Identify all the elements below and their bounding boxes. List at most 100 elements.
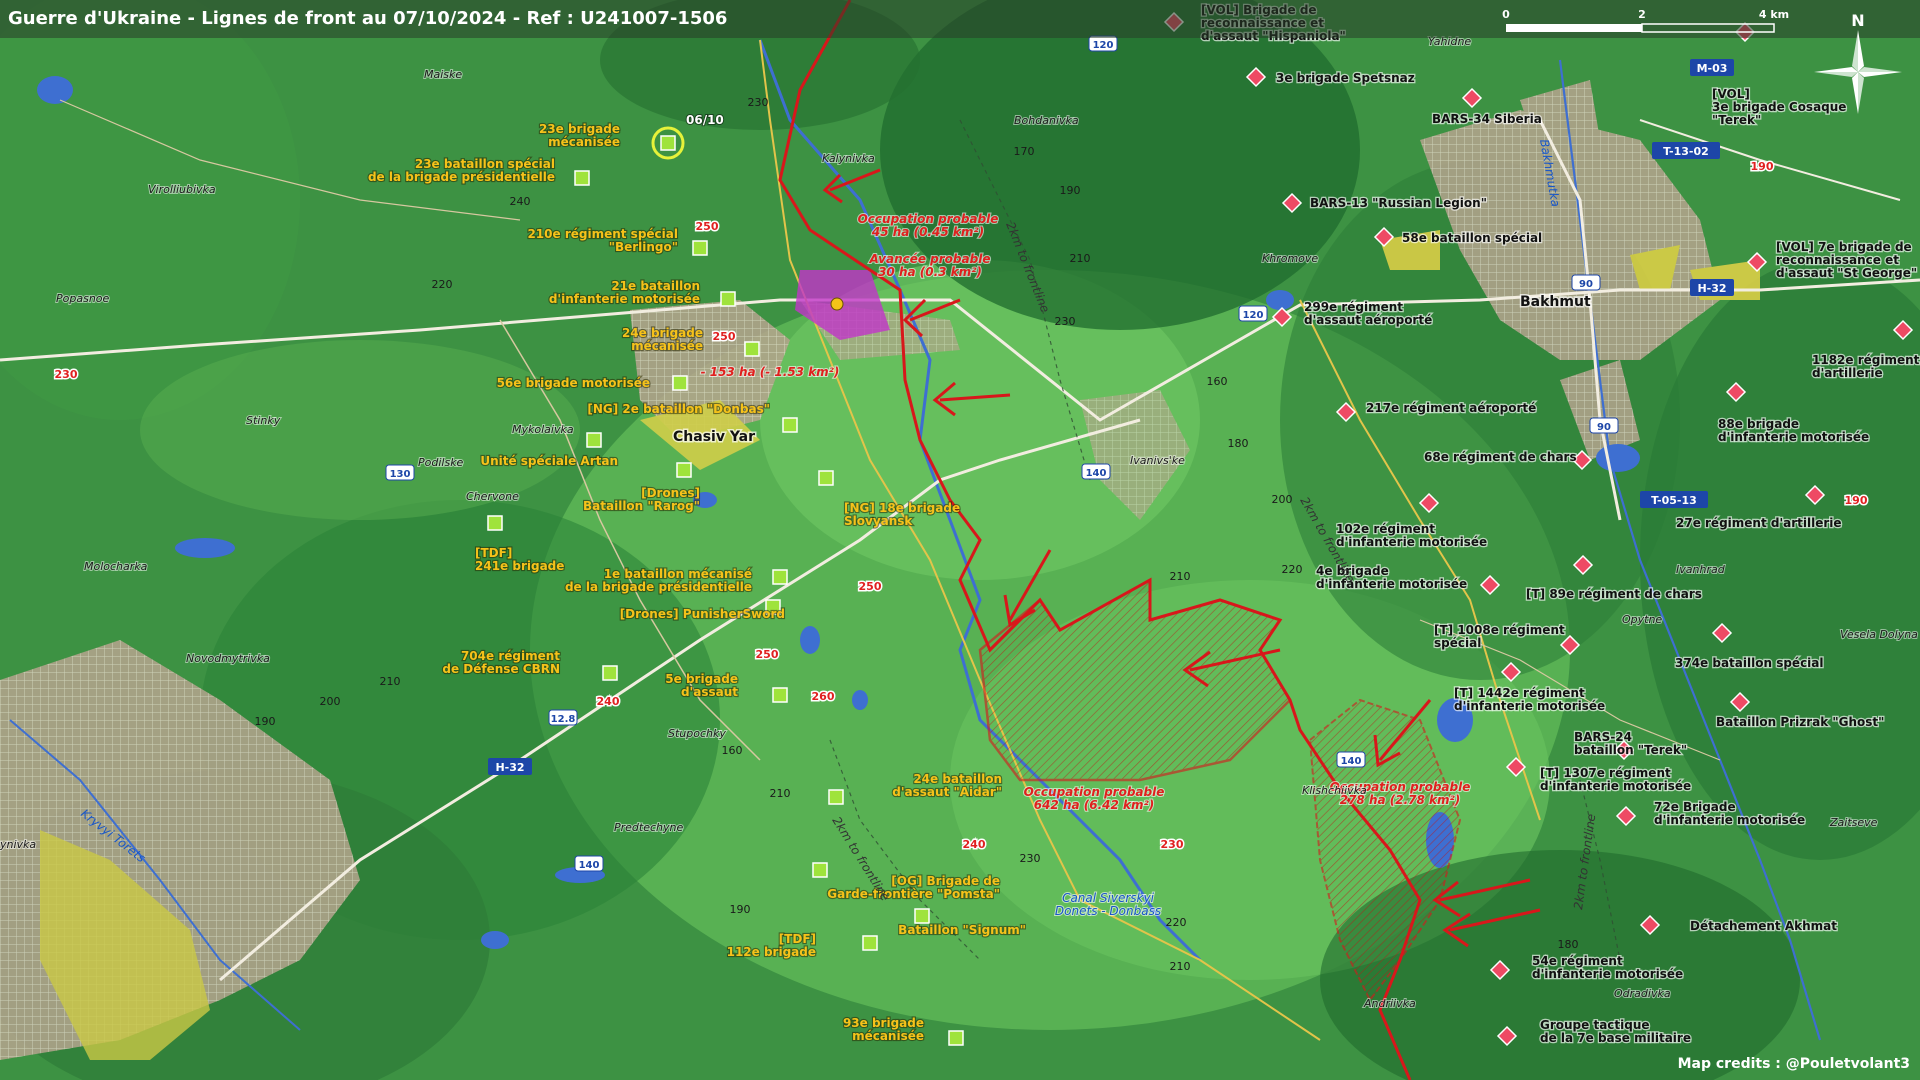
ua-unit-icon[interactable] bbox=[772, 687, 788, 703]
town-label: Ivanivs'ke bbox=[1130, 454, 1185, 467]
town-label: Khromove bbox=[1262, 252, 1318, 265]
ua-unit-icon[interactable] bbox=[948, 1030, 964, 1046]
ua-unit-label: 704e régiment de Défense CBRN bbox=[442, 649, 560, 676]
town-label: Podilske bbox=[418, 456, 464, 469]
route-shield-label: T-13-02 bbox=[1663, 145, 1709, 158]
elevation-label: 210 bbox=[1170, 570, 1191, 583]
route-shield-label: H-32 bbox=[495, 761, 524, 774]
ua-unit-icon[interactable] bbox=[744, 341, 760, 357]
town-label: Molocharka bbox=[84, 560, 148, 573]
ua-unit-icon[interactable] bbox=[574, 170, 590, 186]
ua-unit-label: 23e brigade mécanisée bbox=[539, 122, 620, 149]
road-number: 250 bbox=[756, 648, 779, 661]
elevation-label: 210 bbox=[770, 787, 791, 800]
scale-label-2: 2 bbox=[1638, 8, 1646, 21]
elevation-label: 210 bbox=[380, 675, 401, 688]
town-label: Andriivka bbox=[1363, 997, 1416, 1010]
route-shield-label: M-03 bbox=[1697, 62, 1728, 75]
ua-unit-icon[interactable] bbox=[660, 135, 676, 151]
road-shield-label: 140 bbox=[579, 860, 600, 871]
road-shield-label: 130 bbox=[390, 469, 411, 480]
elevation-label: 210 bbox=[1070, 252, 1091, 265]
town-label: Novodmytrivka bbox=[186, 652, 270, 665]
road-number: 240 bbox=[963, 838, 986, 851]
occupation-annotation: - 153 ha (- 1.53 km²) bbox=[701, 365, 840, 379]
ua-unit-icon[interactable] bbox=[720, 291, 736, 307]
ua-unit-icon[interactable] bbox=[602, 665, 618, 681]
route-shield-label: H-32 bbox=[1697, 282, 1726, 295]
ua-unit-label: Unité spéciale Artan bbox=[480, 454, 618, 468]
road-number: 250 bbox=[696, 220, 719, 233]
ru-unit-label: [VOL] 7e brigade de reconnaissance et d'as… bbox=[1776, 240, 1917, 280]
town-label: Mykolaivka bbox=[512, 423, 574, 436]
road-number: 250 bbox=[859, 580, 882, 593]
road-number: 240 bbox=[597, 695, 620, 708]
canal-label: Canal Siverskyi Donets - Donbass bbox=[1055, 891, 1161, 918]
town-label: Ivanhrad bbox=[1676, 563, 1726, 576]
elevation-label: 180 bbox=[1558, 938, 1579, 951]
scale-bar: 0 2 4 km bbox=[1502, 8, 1789, 33]
ua-unit-label: 93e brigade mécanisée bbox=[843, 1016, 924, 1043]
elevation-label: 190 bbox=[255, 715, 276, 728]
road-shield-label: 120 bbox=[1243, 310, 1264, 321]
town-label: Odradivka bbox=[1614, 987, 1671, 1000]
town-label: Popasnoe bbox=[56, 292, 110, 305]
occupation-annotation: Occupation probable 45 ha (0.45 km²) bbox=[858, 212, 999, 239]
elevation-label: 230 bbox=[1055, 315, 1076, 328]
elevation-label: 220 bbox=[432, 278, 453, 291]
ua-unit-icon[interactable] bbox=[914, 908, 930, 924]
ua-unit-icon[interactable] bbox=[818, 470, 834, 486]
road-number: 260 bbox=[812, 690, 835, 703]
city-label: Bakhmut bbox=[1520, 294, 1591, 310]
town-label: Zaitseve bbox=[1829, 816, 1878, 829]
town-label: Stupochky bbox=[668, 727, 726, 740]
scale-label-0: 0 bbox=[1502, 8, 1510, 21]
town-label: Virolliubivka bbox=[148, 183, 216, 196]
road-number: 250 bbox=[713, 330, 736, 343]
town-label: Vesela Dolyna bbox=[1840, 628, 1918, 641]
ua-unit-icon[interactable] bbox=[586, 432, 602, 448]
map-title: Guerre d'Ukraine - Lignes de front au 07… bbox=[8, 8, 728, 29]
ru-unit-label: Bataillon Prizrak "Ghost" bbox=[1716, 715, 1884, 729]
ua-unit-icon[interactable] bbox=[487, 515, 503, 531]
town-label: Stinky bbox=[246, 414, 281, 427]
ru-unit-label: 58e bataillon spécial bbox=[1402, 231, 1542, 245]
road-number: 190 bbox=[1845, 494, 1868, 507]
road-shield-label: 140 bbox=[1086, 468, 1107, 479]
elevation-label: 160 bbox=[722, 744, 743, 757]
ua-unit-icon[interactable] bbox=[692, 240, 708, 256]
elevation-label: 170 bbox=[1014, 145, 1035, 158]
town-label: Opytne bbox=[1622, 613, 1662, 626]
elevation-label: 230 bbox=[748, 96, 769, 109]
ru-unit-label: [T] 1307e régiment d'infanterie motorisée bbox=[1540, 766, 1691, 793]
elevation-label: 190 bbox=[1060, 184, 1081, 197]
ua-unit-icon[interactable] bbox=[676, 462, 692, 478]
ru-unit-label: 27e régiment d'artillerie bbox=[1676, 516, 1842, 530]
road-number: 230 bbox=[55, 368, 78, 381]
ua-unit-icon[interactable] bbox=[862, 935, 878, 951]
city-label: Chasiv Yar bbox=[673, 429, 755, 445]
road-shield-label: 140 bbox=[1341, 756, 1362, 767]
occupation-annotation: Avancée probable 30 ha (0.3 km²) bbox=[869, 252, 991, 279]
ua-unit-icon[interactable] bbox=[772, 569, 788, 585]
elevation-label: 200 bbox=[1272, 493, 1293, 506]
elevation-label: 160 bbox=[1207, 375, 1228, 388]
ua-unit-label: 24e brigade mécanisée bbox=[622, 326, 703, 353]
map-credits: Map credits : @Pouletvolant3 bbox=[1677, 1056, 1910, 1072]
ru-unit-label: 217e régiment aéroporté bbox=[1366, 401, 1536, 415]
ua-unit-icon[interactable] bbox=[812, 862, 828, 878]
date-marker-label: 06/10 bbox=[686, 113, 724, 127]
north-label: N bbox=[1851, 11, 1864, 30]
elevation-label: 220 bbox=[1282, 563, 1303, 576]
map-canvas[interactable]: 23e brigade mécanisée23e bataillon spécia… bbox=[0, 0, 1920, 1080]
route-shield-label: T-05-13 bbox=[1651, 494, 1697, 507]
ua-unit-icon[interactable] bbox=[672, 375, 688, 391]
elevation-label: 230 bbox=[1020, 852, 1041, 865]
ua-unit-icon[interactable] bbox=[828, 789, 844, 805]
road-shield-label: 120 bbox=[1093, 40, 1114, 51]
elevation-label: 190 bbox=[730, 903, 751, 916]
ua-unit-icon[interactable] bbox=[782, 417, 798, 433]
town-label: Bohdanivka bbox=[1014, 114, 1079, 127]
town-label: ynivka bbox=[0, 838, 36, 851]
ua-unit-label: [NG] 2e bataillon "Donbas" bbox=[587, 402, 770, 416]
